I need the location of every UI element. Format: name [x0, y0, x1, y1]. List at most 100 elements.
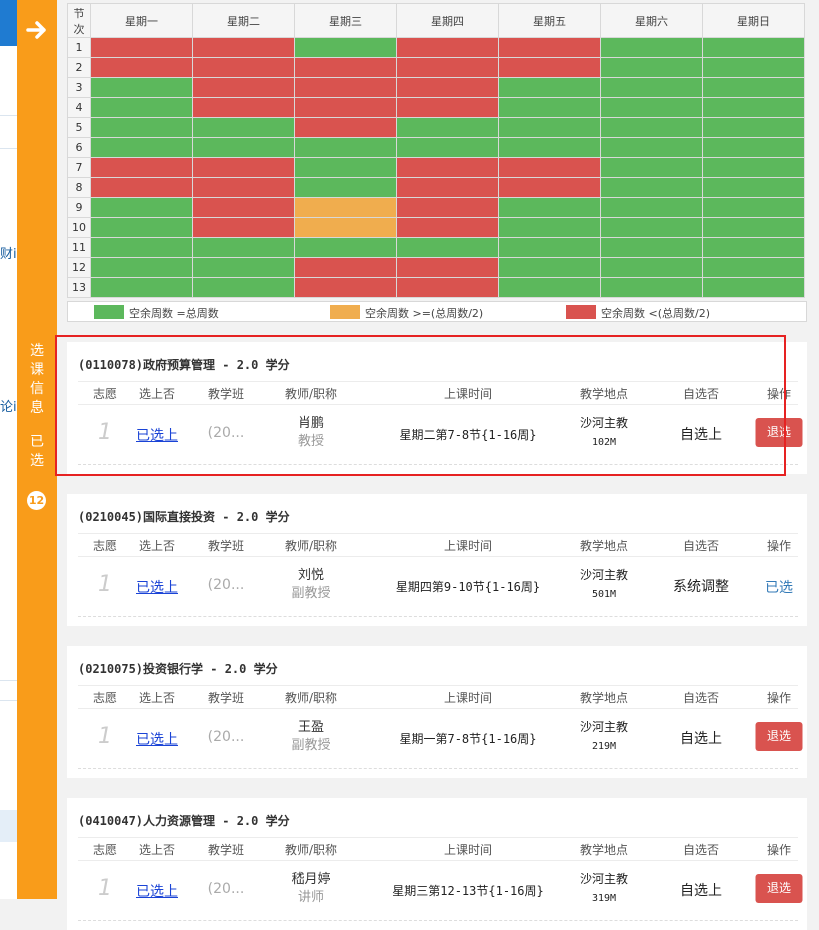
schedule-cell[interactable] — [294, 157, 397, 178]
schedule-cell[interactable] — [396, 157, 499, 178]
schedule-cell[interactable] — [396, 177, 499, 198]
schedule-cell[interactable] — [498, 217, 601, 238]
schedule-cell[interactable] — [498, 277, 601, 298]
schedule-cell[interactable] — [294, 37, 397, 58]
schedule-cell[interactable] — [702, 197, 805, 218]
schedule-cell[interactable] — [498, 177, 601, 198]
arrow-right-icon[interactable] — [17, 20, 57, 44]
schedule-cell[interactable] — [498, 117, 601, 138]
schedule-cell[interactable] — [396, 197, 499, 218]
schedule-cell[interactable] — [498, 197, 601, 218]
schedule-cell[interactable] — [600, 257, 703, 278]
schedule-cell[interactable] — [600, 57, 703, 78]
schedule-cell[interactable] — [702, 157, 805, 178]
schedule-cell[interactable] — [702, 37, 805, 58]
schedule-cell[interactable] — [396, 137, 499, 158]
schedule-cell[interactable] — [396, 57, 499, 78]
schedule-cell[interactable] — [600, 77, 703, 98]
schedule-cell[interactable] — [90, 97, 193, 118]
schedule-cell[interactable] — [702, 57, 805, 78]
schedule-cell[interactable] — [90, 157, 193, 178]
schedule-cell[interactable] — [294, 77, 397, 98]
schedule-cell[interactable] — [600, 177, 703, 198]
schedule-cell[interactable] — [600, 237, 703, 258]
schedule-cell[interactable] — [702, 277, 805, 298]
sidebar-label-selected[interactable]: 已 选 — [17, 433, 57, 471]
schedule-cell[interactable] — [702, 117, 805, 138]
schedule-cell[interactable] — [702, 137, 805, 158]
schedule-cell[interactable] — [90, 237, 193, 258]
drop-course-button[interactable]: 退选 — [755, 722, 803, 751]
schedule-cell[interactable] — [396, 237, 499, 258]
schedule-cell[interactable] — [90, 177, 193, 198]
schedule-cell[interactable] — [498, 57, 601, 78]
left-partial-text-lun[interactable]: 论i — [0, 396, 17, 415]
schedule-cell[interactable] — [192, 217, 295, 238]
schedule-cell[interactable] — [498, 137, 601, 158]
schedule-cell[interactable] — [498, 77, 601, 98]
schedule-cell[interactable] — [90, 257, 193, 278]
schedule-cell[interactable] — [90, 117, 193, 138]
schedule-cell[interactable] — [192, 97, 295, 118]
schedule-cell[interactable] — [294, 117, 397, 138]
schedule-cell[interactable] — [192, 77, 295, 98]
schedule-cell[interactable] — [90, 57, 193, 78]
schedule-cell[interactable] — [294, 217, 397, 238]
schedule-cell[interactable] — [396, 37, 499, 58]
schedule-cell[interactable] — [192, 117, 295, 138]
schedule-cell[interactable] — [192, 277, 295, 298]
schedule-cell[interactable] — [90, 77, 193, 98]
schedule-cell[interactable] — [294, 197, 397, 218]
selected-link[interactable]: 已选上 — [136, 577, 178, 597]
day-header: 星期五 — [498, 3, 601, 38]
schedule-cell[interactable] — [192, 177, 295, 198]
schedule-cell[interactable] — [90, 37, 193, 58]
schedule-cell[interactable] — [600, 277, 703, 298]
schedule-cell[interactable] — [702, 257, 805, 278]
schedule-cell[interactable] — [192, 197, 295, 218]
schedule-cell[interactable] — [396, 117, 499, 138]
schedule-cell[interactable] — [498, 157, 601, 178]
schedule-cell[interactable] — [702, 77, 805, 98]
schedule-cell[interactable] — [498, 37, 601, 58]
schedule-cell[interactable] — [396, 257, 499, 278]
schedule-cell[interactable] — [90, 197, 193, 218]
schedule-cell[interactable] — [600, 197, 703, 218]
schedule-cell[interactable] — [396, 77, 499, 98]
schedule-cell[interactable] — [702, 177, 805, 198]
schedule-cell[interactable] — [294, 137, 397, 158]
schedule-cell[interactable] — [294, 257, 397, 278]
schedule-cell[interactable] — [90, 277, 193, 298]
schedule-cell[interactable] — [294, 57, 397, 78]
schedule-cell[interactable] — [192, 157, 295, 178]
schedule-cell[interactable] — [90, 217, 193, 238]
schedule-cell[interactable] — [192, 137, 295, 158]
schedule-cell[interactable] — [600, 117, 703, 138]
schedule-cell[interactable] — [294, 237, 397, 258]
schedule-cell[interactable] — [600, 217, 703, 238]
schedule-cell[interactable] — [498, 97, 601, 118]
schedule-cell[interactable] — [192, 257, 295, 278]
schedule-cell[interactable] — [396, 97, 499, 118]
left-partial-text-fin[interactable]: 财i — [0, 243, 17, 262]
schedule-cell[interactable] — [498, 257, 601, 278]
schedule-cell[interactable] — [498, 237, 601, 258]
schedule-cell[interactable] — [702, 237, 805, 258]
schedule-cell[interactable] — [600, 97, 703, 118]
schedule-cell[interactable] — [90, 137, 193, 158]
schedule-cell[interactable] — [600, 137, 703, 158]
schedule-cell[interactable] — [702, 217, 805, 238]
schedule-cell[interactable] — [396, 277, 499, 298]
schedule-cell[interactable] — [192, 237, 295, 258]
schedule-cell[interactable] — [294, 97, 397, 118]
selected-link[interactable]: 已选上 — [136, 881, 178, 901]
schedule-cell[interactable] — [600, 37, 703, 58]
schedule-cell[interactable] — [192, 37, 295, 58]
schedule-cell[interactable] — [396, 217, 499, 238]
selected-link[interactable]: 已选上 — [136, 729, 178, 749]
schedule-cell[interactable] — [294, 177, 397, 198]
schedule-cell[interactable] — [702, 97, 805, 118]
schedule-cell[interactable] — [192, 57, 295, 78]
schedule-cell[interactable] — [600, 157, 703, 178]
schedule-cell[interactable] — [294, 277, 397, 298]
